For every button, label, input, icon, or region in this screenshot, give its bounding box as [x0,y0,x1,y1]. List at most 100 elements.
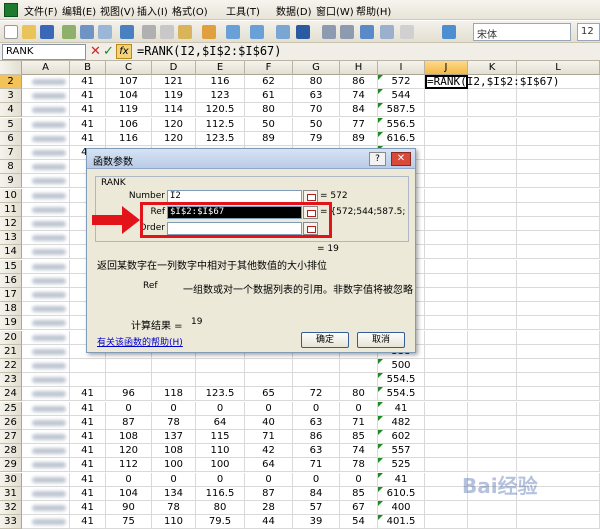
cell-k7[interactable] [468,146,517,160]
cell-k18[interactable] [468,302,517,317]
cell-j25[interactable] [425,401,468,416]
cell-g32[interactable]: 57 [293,501,340,515]
cell-e24[interactable]: 123.5 [196,387,245,402]
cell-j12[interactable] [425,217,468,231]
cell-j17[interactable] [425,288,468,302]
cell-a27[interactable] [22,430,70,444]
hyperlink-icon[interactable] [276,25,290,39]
cell-b31[interactable]: 41 [70,486,106,501]
cell-l16[interactable] [517,273,600,288]
cell-k19[interactable] [468,316,517,331]
cell-l12[interactable] [517,217,600,231]
cell-a8[interactable] [22,160,70,175]
menu-data[interactable]: 数据(D) [276,3,312,18]
cell-f2[interactable]: 62 [245,75,293,89]
cell-d33[interactable]: 110 [152,515,196,529]
cell-e28[interactable]: 110 [196,444,245,459]
cell-j27[interactable] [425,430,468,444]
cell-j21[interactable] [425,344,468,359]
column-header-b[interactable]: B [70,61,106,75]
menu-help[interactable]: 帮助(H) [356,3,391,18]
cell-g23[interactable] [293,373,340,388]
cell-f30[interactable]: 0 [245,472,293,487]
cell-a17[interactable] [22,288,70,302]
cell-l22[interactable] [517,359,600,373]
cell-j3[interactable] [425,89,468,104]
cell-h33[interactable]: 54 [340,515,378,529]
cell-g26[interactable]: 63 [293,415,340,430]
cell-a12[interactable] [22,217,70,231]
cell-i6[interactable]: 616.5 [378,131,425,146]
cell-c2[interactable]: 107 [106,75,152,89]
cell-a19[interactable] [22,316,70,331]
cell-i23[interactable]: 554.5 [378,373,425,388]
cell-a14[interactable] [22,245,70,260]
cell-a32[interactable] [22,501,70,515]
cell-b24[interactable]: 41 [70,387,106,402]
autosum-icon[interactable] [296,25,310,39]
cell-e4[interactable]: 120.5 [196,103,245,118]
row-header-13[interactable]: 13 [0,231,22,246]
cell-e5[interactable]: 112.5 [196,117,245,132]
cell-d4[interactable]: 114 [152,103,196,118]
cell-g33[interactable]: 39 [293,515,340,529]
cell-c4[interactable]: 119 [106,103,152,118]
cell-j24[interactable] [425,387,468,402]
cell-i32[interactable]: 400 [378,501,425,515]
cell-a26[interactable] [22,415,70,430]
select-all-corner[interactable] [0,61,22,75]
cell-j23[interactable] [425,373,468,388]
column-header-h[interactable]: H [340,61,378,75]
cell-e23[interactable] [196,373,245,388]
cell-a24[interactable] [22,387,70,402]
name-box[interactable]: RANK [2,44,86,60]
cell-l13[interactable] [517,231,600,246]
cell-c24[interactable]: 96 [106,387,152,402]
row-header-2[interactable]: 2 [0,75,22,89]
cell-a2[interactable] [22,75,70,89]
cell-k6[interactable] [468,131,517,146]
cell-k12[interactable] [468,217,517,231]
cell-j22[interactable] [425,359,468,373]
cell-i30[interactable]: 41 [378,472,425,487]
cell-d23[interactable] [152,373,196,388]
cell-a21[interactable] [22,344,70,359]
cell-l27[interactable] [517,430,600,444]
cell-i25[interactable]: 41 [378,401,425,416]
cell-j9[interactable] [425,174,468,189]
column-header-j[interactable]: J [425,61,468,75]
row-header-3[interactable]: 3 [0,89,22,104]
cell-l4[interactable] [517,103,600,118]
row-header-22[interactable]: 22 [0,359,22,373]
cell-g22[interactable] [293,359,340,373]
menu-tools[interactable]: 工具(T) [226,3,260,18]
cell-j6[interactable] [425,131,468,146]
cell-i5[interactable]: 556.5 [378,117,425,132]
cell-l19[interactable] [517,316,600,331]
cell-f25[interactable]: 0 [245,401,293,416]
menu-insert[interactable]: 插入(I) [137,3,168,18]
cell-h24[interactable]: 80 [340,387,378,402]
cell-h30[interactable]: 0 [340,472,378,487]
row-header-23[interactable]: 23 [0,373,22,388]
row-header-5[interactable]: 5 [0,117,22,132]
cell-c23[interactable] [106,373,152,388]
cell-i33[interactable]: 401.5 [378,515,425,529]
zoom-icon[interactable] [400,25,414,39]
cell-k13[interactable] [468,231,517,246]
paste-icon[interactable] [178,25,192,39]
cell-a33[interactable] [22,515,70,529]
cell-i28[interactable]: 557 [378,444,425,459]
cell-f3[interactable]: 61 [245,89,293,104]
cell-g29[interactable]: 71 [293,458,340,473]
cell-c33[interactable]: 75 [106,515,152,529]
cell-l7[interactable] [517,146,600,160]
row-header-8[interactable]: 8 [0,160,22,175]
cell-a4[interactable] [22,103,70,118]
cell-j11[interactable] [425,202,468,217]
cell-g30[interactable]: 0 [293,472,340,487]
insert-function-button[interactable]: fx [116,44,132,59]
cell-d32[interactable]: 78 [152,501,196,515]
cell-j8[interactable] [425,160,468,175]
row-header-27[interactable]: 27 [0,430,22,444]
